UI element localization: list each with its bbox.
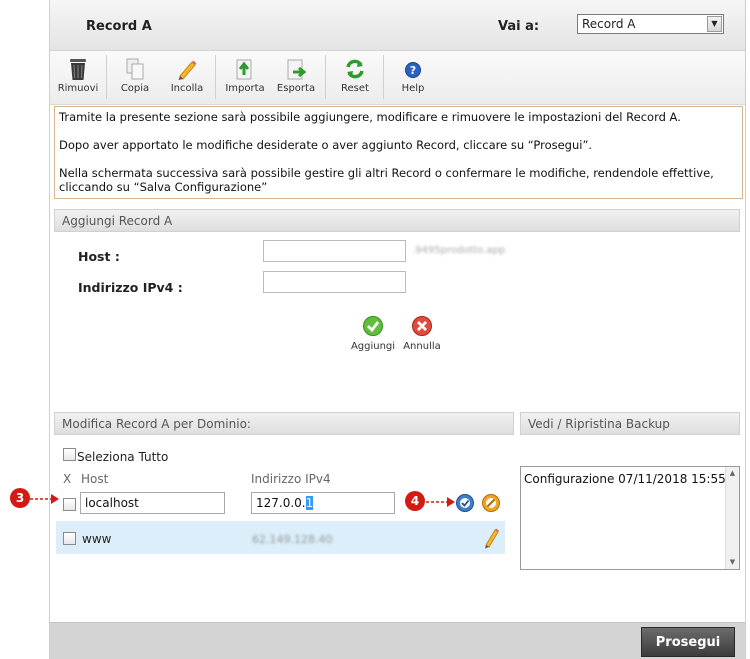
pencil-icon — [178, 60, 197, 80]
host-domain-suffix: .9495prodotto.app — [412, 245, 506, 256]
export-button-label: Esporta — [276, 83, 316, 94]
import-button[interactable]: Importa — [221, 57, 269, 94]
edit-record-section-header: Modifica Record A per Dominio: — [54, 412, 514, 435]
row-host: www — [82, 532, 112, 546]
arrow-right-icon — [426, 497, 455, 507]
host-label: Host : — [78, 249, 120, 264]
row-checkbox[interactable] — [63, 498, 76, 511]
scroll-down-icon[interactable]: ▼ — [727, 557, 738, 568]
continue-button[interactable]: Prosegui — [641, 627, 735, 657]
select-all-checkbox[interactable] — [63, 448, 76, 461]
export-icon — [287, 59, 307, 80]
reset-button-label: Reset — [341, 83, 369, 94]
import-icon — [236, 59, 252, 80]
paste-button[interactable]: Incolla — [163, 57, 211, 94]
goto-select[interactable]: Record A ▼ — [577, 14, 724, 34]
goto-select-value: Record A — [582, 17, 636, 31]
column-header-ipv4: Indirizzo IPv4 — [251, 472, 331, 486]
info-text-3: Nella schermata successiva sarà possibil… — [59, 166, 714, 194]
ipv4-edit-field[interactable]: 127.0.0.1 — [251, 492, 395, 514]
copy-button-label: Copia — [120, 83, 150, 94]
row-ipv4: 62.149.128.40 — [252, 533, 333, 546]
host-input[interactable] — [263, 240, 406, 262]
footer-bar: Prosegui — [50, 622, 745, 659]
paste-button-label: Incolla — [170, 83, 204, 94]
info-box: Tramite la presente sezione sarà possibi… — [54, 106, 743, 199]
annotation-badge-3: 3 — [10, 488, 30, 508]
ipv4-edit-selection: 1 — [305, 496, 314, 510]
info-text-2: Dopo aver apportato le modifiche desider… — [59, 138, 593, 152]
host-edit-field[interactable]: localhost — [80, 492, 225, 514]
column-header-x: X — [63, 472, 72, 486]
edit-row-button[interactable] — [482, 527, 500, 549]
help-button-label: Help — [401, 83, 425, 94]
ipv4-edit-value: 127.0.0. — [256, 496, 306, 510]
save-row-button[interactable] — [455, 493, 475, 513]
help-button[interactable]: ? Help — [389, 57, 437, 94]
info-text-1: Tramite la presente sezione sarà possibi… — [59, 110, 681, 124]
select-all-label: Seleziona Tutto — [77, 450, 169, 464]
reset-icon — [346, 59, 364, 79]
backup-entry[interactable]: Configurazione 07/11/2018 15:55:14 — [524, 472, 739, 486]
scroll-up-icon[interactable]: ▲ — [727, 468, 738, 479]
remove-button[interactable]: Rimuovi — [54, 57, 102, 94]
remove-button-label: Rimuovi — [57, 83, 99, 94]
chevron-down-icon[interactable]: ▼ — [707, 16, 722, 32]
export-button[interactable]: Esporta — [272, 57, 320, 94]
toolbar-divider — [383, 55, 384, 99]
add-record-section-title: Aggiungi Record A — [62, 214, 173, 228]
cancel-button-label: Annulla — [403, 341, 441, 352]
ipv4-label: Indirizzo IPv4 : — [78, 280, 183, 295]
toolbar-divider — [215, 55, 216, 99]
trash-icon — [70, 59, 86, 80]
column-header-host: Host — [81, 472, 109, 486]
page-title: Record A — [86, 19, 152, 34]
import-button-label: Importa — [225, 83, 265, 94]
backup-section-title: Vedi / Ripristina Backup — [528, 417, 670, 431]
add-record-section-header: Aggiungi Record A — [54, 209, 740, 232]
arrow-right-icon — [30, 494, 59, 504]
host-edit-value: localhost — [85, 496, 139, 510]
edit-record-section-title: Modifica Record A per Dominio: — [62, 417, 251, 431]
cancel-edit-row-button[interactable] — [481, 493, 501, 513]
backup-scrollbar[interactable]: ▲ ▼ — [725, 467, 739, 569]
table-row: www 62.149.128.40 — [56, 521, 505, 554]
goto-label: Vai a: — [498, 19, 540, 34]
backup-list[interactable]: Configurazione 07/11/2018 15:55:14 ▲ ▼ — [520, 466, 740, 570]
ipv4-input[interactable] — [263, 271, 406, 293]
row-checkbox[interactable] — [63, 532, 76, 545]
backup-section-header: Vedi / Ripristina Backup — [520, 412, 740, 435]
main-frame: Record A Vai a: Record A ▼ Rimuovi Copia — [10, 0, 746, 659]
reset-button[interactable]: Reset — [331, 57, 379, 94]
checkmark-icon — [363, 316, 383, 336]
copy-button[interactable]: Copia — [111, 57, 159, 94]
toolbar-divider — [325, 55, 326, 99]
toolbar-divider — [106, 55, 107, 99]
help-icon: ? — [405, 62, 421, 78]
add-button-label: Aggiungi — [350, 341, 396, 352]
add-button[interactable]: Aggiungi — [346, 315, 400, 352]
page-header: Record A Vai a: Record A ▼ — [50, 0, 745, 51]
toolbar: Rimuovi Copia Incolla Importa Esporta Re… — [50, 51, 745, 105]
close-icon — [412, 316, 432, 336]
svg-text:?: ? — [410, 64, 416, 77]
cancel-button[interactable]: Annulla — [395, 315, 449, 352]
annotation-badge-4: 4 — [405, 491, 425, 511]
copy-icon — [126, 58, 144, 80]
